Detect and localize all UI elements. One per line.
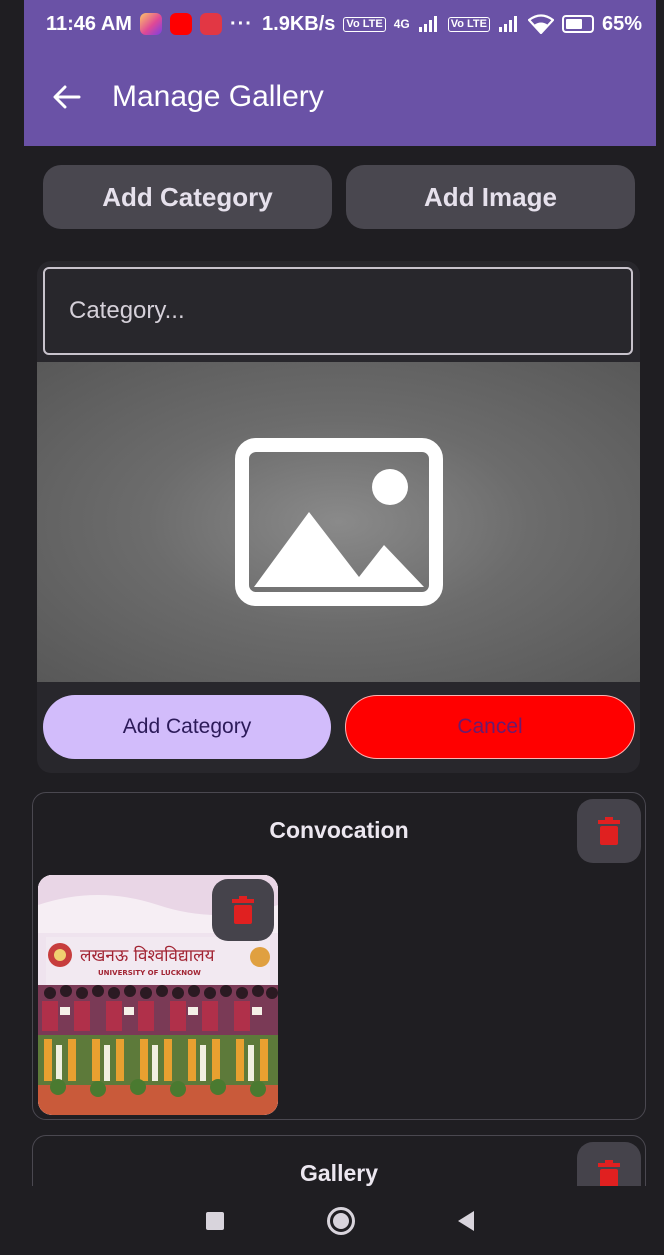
delete-image-button[interactable] — [212, 879, 274, 941]
signal-icon-2 — [498, 16, 517, 32]
youtube-icon — [169, 13, 192, 35]
trash-icon — [232, 896, 254, 924]
category-title: Convocation — [269, 817, 409, 843]
battery-icon — [561, 15, 594, 33]
add-image-tab-button[interactable]: Add Image — [346, 165, 635, 229]
trash-icon — [598, 1160, 620, 1186]
submit-category-button[interactable]: Add Category — [43, 695, 331, 759]
add-category-form: Add Category Cancel — [37, 261, 640, 773]
battery-level: 65% — [601, 12, 642, 35]
add-category-tab-button[interactable]: Add Category — [43, 165, 332, 229]
back-arrow-icon[interactable] — [52, 82, 82, 112]
status-right: 1.9KB/s Vo LTE 4G Vo LTE 65% — [262, 13, 642, 36]
back-button-icon[interactable] — [458, 1210, 475, 1231]
delete-category-button[interactable] — [577, 799, 641, 863]
category-card: Convocation लखनऊ विश्वविद्यालय UNIVERSIT… — [32, 792, 646, 1120]
volte-badge-1: Vo LTE — [343, 16, 386, 32]
recents-button-icon[interactable] — [205, 1211, 224, 1230]
more-notifications-icon: ··· — [229, 12, 253, 35]
signal-icon-1 — [418, 16, 437, 32]
page-title: Manage Gallery — [112, 80, 324, 113]
gallery-image-thumbnail[interactable]: लखनऊ विश्वविद्यालय UNIVERSITY OF LUCKNOW — [38, 875, 278, 1115]
app-bar: Manage Gallery — [24, 48, 656, 146]
image-placeholder-icon — [234, 438, 443, 606]
main-content: Add Category Add Image Add Category Canc… — [24, 146, 656, 1186]
system-nav-bar — [24, 1186, 656, 1255]
status-left: 11:46 AM ··· — [46, 13, 253, 36]
trash-icon — [598, 817, 620, 845]
category-card: Gallery — [32, 1135, 646, 1186]
status-time: 11:46 AM — [46, 12, 132, 35]
thumbnail-english-text: UNIVERSITY OF LUCKNOW — [98, 969, 201, 977]
network-type: 4G — [393, 17, 410, 31]
zomato-icon — [199, 13, 222, 35]
category-name-input[interactable] — [43, 267, 633, 355]
category-title: Gallery — [300, 1160, 378, 1186]
wifi-icon — [527, 14, 554, 34]
instagram-icon — [139, 13, 162, 35]
top-button-row: Add Category Add Image — [43, 165, 635, 229]
cancel-button[interactable]: Cancel — [345, 695, 635, 759]
thumbnail-hindi-text: लखनऊ विश्वविद्यालय — [80, 945, 216, 966]
volte-badge-2: Vo LTE — [447, 16, 490, 32]
home-button-icon[interactable] — [326, 1206, 355, 1235]
image-picker[interactable] — [37, 362, 640, 682]
screen: 11:46 AM ··· 1.9KB/s Vo LTE 4G Vo LTE 65… — [0, 0, 664, 1255]
network-speed: 1.9KB/s — [262, 12, 336, 35]
form-actions: Add Category Cancel — [43, 695, 635, 759]
status-bar: 11:46 AM ··· 1.9KB/s Vo LTE 4G Vo LTE 65… — [24, 0, 656, 48]
delete-category-button[interactable] — [577, 1142, 641, 1186]
